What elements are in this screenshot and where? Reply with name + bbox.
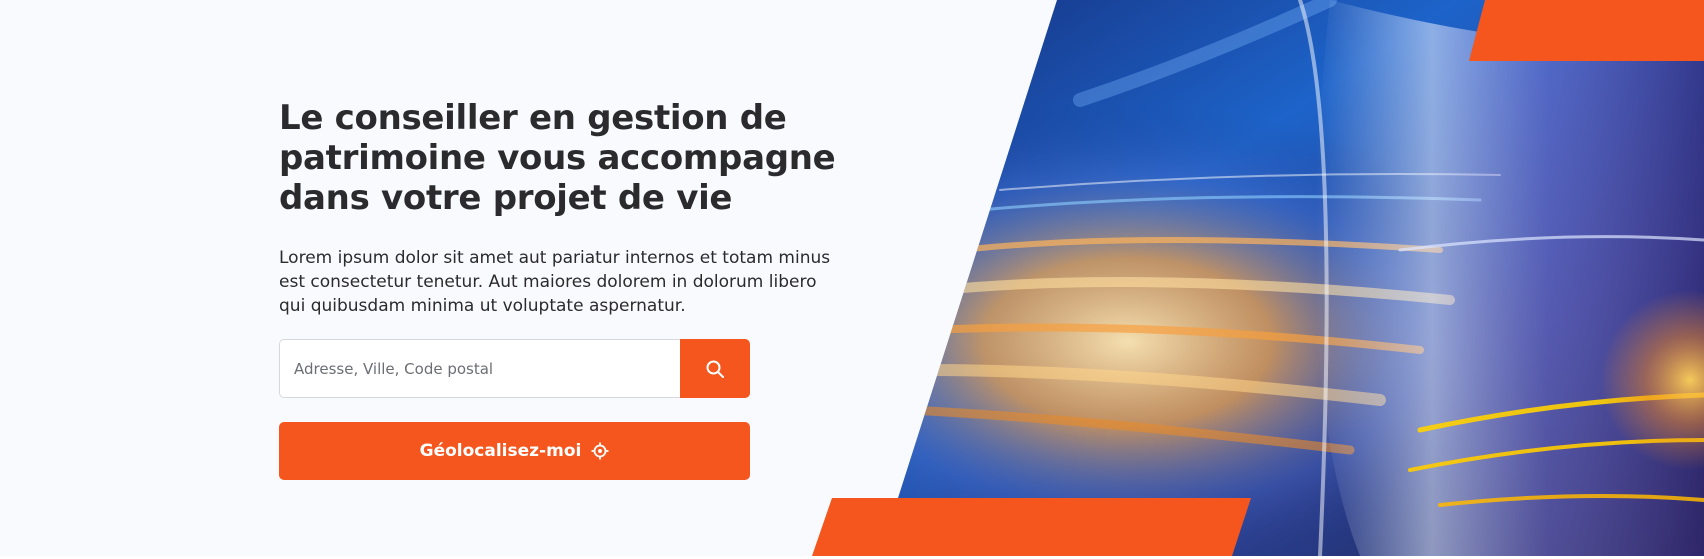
hero-content: Le conseiller en gestion de patrimoine v…	[279, 98, 859, 318]
hero-description: Lorem ipsum dolor sit amet aut pariatur …	[279, 248, 831, 316]
accent-shape-top	[1469, 0, 1704, 61]
hero-title: Le conseiller en gestion de patrimoine v…	[279, 98, 836, 218]
geolocate-label: Géolocalisez-moi	[419, 441, 582, 461]
search-icon	[706, 360, 724, 378]
search-input[interactable]	[279, 339, 680, 398]
photo-light-trails	[898, 0, 1704, 556]
accent-shape-bottom	[812, 498, 1251, 556]
search-bar	[279, 339, 750, 398]
geolocate-button[interactable]: Géolocalisez-moi	[279, 422, 750, 480]
crosshair-icon	[591, 442, 609, 460]
hero-section: Le conseiller en gestion de patrimoine v…	[0, 0, 1704, 556]
search-button[interactable]	[680, 339, 750, 398]
